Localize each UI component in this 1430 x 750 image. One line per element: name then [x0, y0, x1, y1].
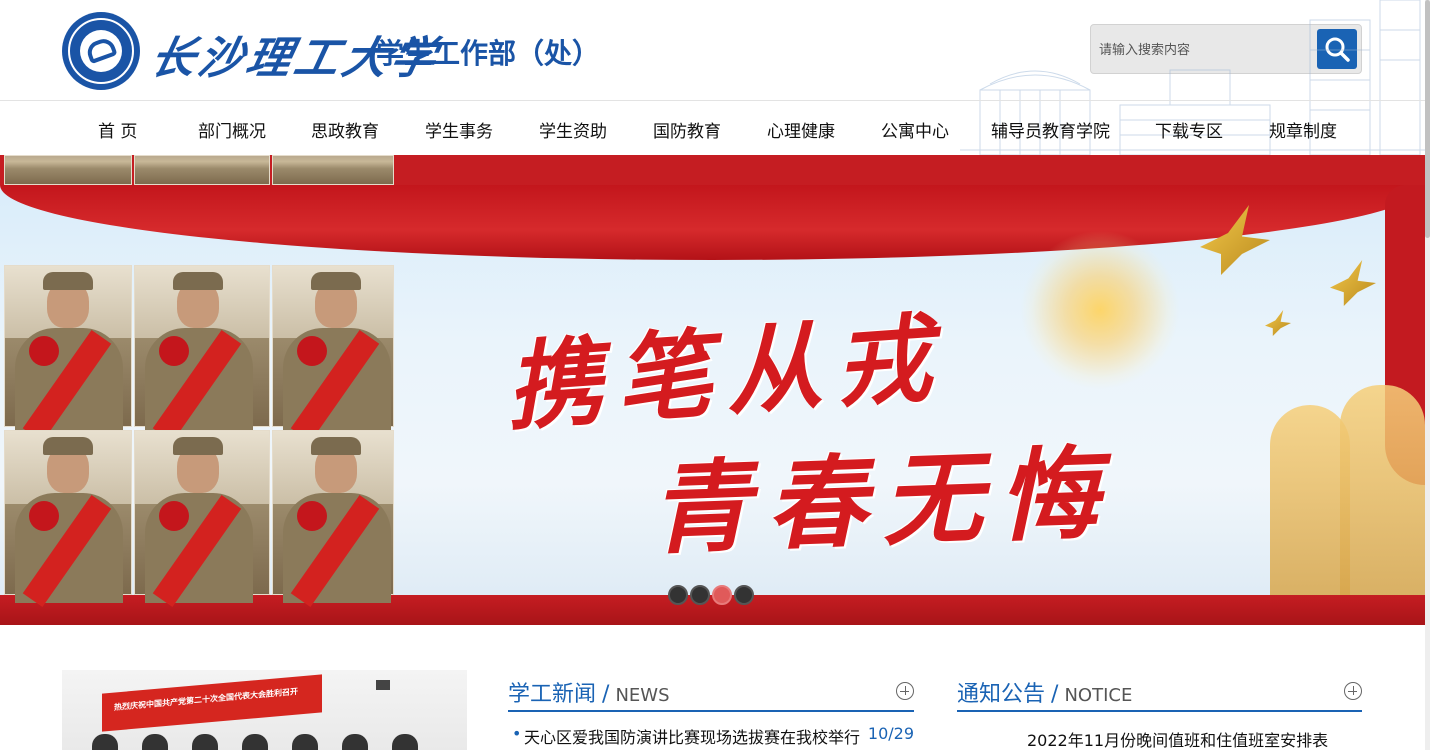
soldier-photo [4, 155, 132, 185]
nav-item-defense-education[interactable]: 国防教育 [653, 117, 721, 142]
news-featured-image[interactable]: 热烈庆祝中国共产党第二十次全国代表大会胜利召开 [62, 670, 467, 750]
attendee [192, 734, 218, 750]
nav-item-ideology[interactable]: 思政教育 [311, 117, 379, 142]
dove-decoration [1330, 260, 1376, 306]
news-title-en: NEWS [615, 685, 670, 706]
carousel-dot[interactable] [668, 585, 688, 605]
news-list-item[interactable]: • 天心区爱我国防演讲比赛现场选拔赛在我校举行 10/29 [512, 724, 914, 748]
firework-decoration [1020, 230, 1180, 390]
title-separator: / [602, 682, 610, 707]
saluting-soldier-silhouette [1340, 385, 1425, 595]
nav-item-financial-aid[interactable]: 学生资助 [539, 117, 607, 142]
news-item-date: 10/29 [867, 724, 914, 743]
attendee [342, 734, 368, 750]
soldier-photo [134, 265, 270, 443]
news-more-icon[interactable] [896, 682, 914, 700]
attendee [392, 734, 418, 750]
news-section-header: 学工新闻 / NEWS [508, 676, 914, 712]
projector-icon [376, 680, 390, 690]
notice-title-en: NOTICE [1064, 685, 1133, 706]
notice-title-cn: 通知公告 [957, 682, 1046, 707]
dove-decoration [1265, 310, 1291, 336]
news-title-cn: 学工新闻 [508, 682, 597, 707]
nav-item-counselor-college[interactable]: 辅导员教育学院 [991, 117, 1110, 142]
soldier-photo [134, 155, 270, 185]
notice-section-title[interactable]: 通知公告 / NOTICE [957, 676, 1132, 708]
hero-banner[interactable]: 携笔从戎 青春无悔 [0, 155, 1425, 625]
news-section-title[interactable]: 学工新闻 / NEWS [508, 676, 670, 708]
title-separator: / [1051, 682, 1059, 707]
notice-list-item[interactable]: 2022年11月份晚间值班和住值班室安排表 [1027, 727, 1328, 750]
news-item-title[interactable]: 天心区爱我国防演讲比赛现场选拔赛在我校举行 [524, 724, 860, 748]
attendee [292, 734, 318, 750]
page: 长沙理工大学 学生工作部（处） 请输入搜索内容 首 页 部门概况 思政教育 学生… [0, 0, 1430, 750]
banner-slogan-line2: 青春无悔 [648, 433, 1117, 569]
saluting-soldier-silhouette [1270, 405, 1350, 595]
dept-name[interactable]: 学生工作部（处） [376, 32, 600, 72]
soldier-photo [4, 265, 132, 443]
nav-item-home[interactable]: 首 页 [98, 117, 137, 142]
carousel-dot-active[interactable] [712, 585, 732, 605]
notice-more-icon[interactable] [1344, 682, 1362, 700]
nav-item-mental-health[interactable]: 心理健康 [767, 117, 835, 142]
attendee [92, 734, 118, 750]
nav-item-regulations[interactable]: 规章制度 [1269, 117, 1337, 142]
carousel-dot[interactable] [734, 585, 754, 605]
nav-item-about[interactable]: 部门概况 [198, 117, 266, 142]
bullet-icon: • [512, 724, 522, 743]
nav-item-dormitory[interactable]: 公寓中心 [881, 117, 949, 142]
scrollbar-thumb[interactable] [1425, 0, 1430, 238]
carousel-dot[interactable] [690, 585, 710, 605]
carousel-indicators [668, 585, 758, 607]
soldier-photo [272, 265, 394, 443]
soldier-photo [272, 430, 394, 608]
nav-item-student-affairs[interactable]: 学生事务 [425, 117, 493, 142]
attendee [242, 734, 268, 750]
notice-section-header: 通知公告 / NOTICE [957, 676, 1362, 712]
nav-item-downloads[interactable]: 下载专区 [1155, 117, 1223, 142]
soldier-photo [4, 430, 132, 608]
soldier-photo [272, 155, 394, 185]
main-nav: 首 页 部门概况 思政教育 学生事务 学生资助 国防教育 心理健康 公寓中心 辅… [0, 100, 1425, 155]
attendee [142, 734, 168, 750]
soldier-photo [134, 430, 270, 608]
university-seal-logo[interactable] [62, 12, 140, 90]
